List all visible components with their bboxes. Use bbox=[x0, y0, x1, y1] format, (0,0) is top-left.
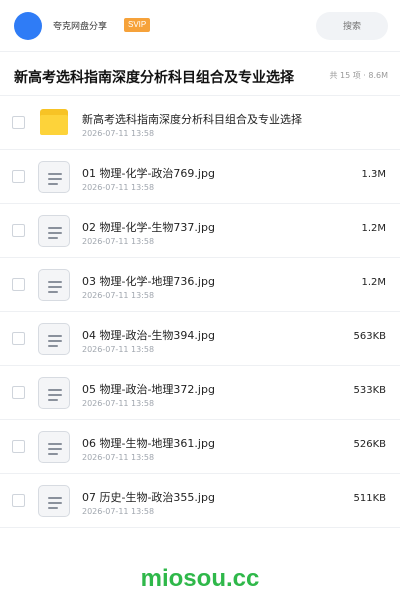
page-title: 新高考选科指南深度分析科目组合及专业选择 bbox=[14, 70, 294, 86]
row-checkbox[interactable] bbox=[12, 332, 25, 345]
share-page: 夸克网盘分享 SVIP 新高考选科指南深度分析科目组合及专业选择 共 15 项 … bbox=[0, 0, 400, 600]
row-checkbox[interactable] bbox=[12, 278, 25, 291]
share-title: 夸克网盘分享 bbox=[53, 22, 108, 32]
item-name: 新高考选科指南深度分析科目组合及专业选择 bbox=[82, 113, 302, 126]
item-size: 533KB bbox=[353, 385, 386, 396]
item-name: 01 物理-化学-政治769.jpg bbox=[82, 167, 215, 180]
header: 夸克网盘分享 SVIP bbox=[0, 0, 400, 52]
search-input[interactable] bbox=[316, 12, 388, 40]
image-file-icon bbox=[38, 323, 70, 355]
item-size: 563KB bbox=[353, 331, 386, 342]
item-date: 2026-07-11 13:58 bbox=[82, 291, 155, 300]
item-date: 2026-07-11 13:58 bbox=[82, 453, 155, 462]
item-name: 06 物理-生物-地理361.jpg bbox=[82, 437, 215, 450]
item-name: 04 物理-政治-生物394.jpg bbox=[82, 329, 215, 342]
list-item[interactable]: 07 历史-生物-政治355.jpg 2026-07-11 13:58 511K… bbox=[0, 474, 400, 528]
image-file-icon bbox=[38, 161, 70, 193]
title-bar: 新高考选科指南深度分析科目组合及专业选择 共 15 项 · 8.6M bbox=[0, 52, 400, 96]
list-item[interactable]: 06 物理-生物-地理361.jpg 2026-07-11 13:58 526K… bbox=[0, 420, 400, 474]
row-checkbox[interactable] bbox=[12, 440, 25, 453]
list-item-folder[interactable]: 新高考选科指南深度分析科目组合及专业选择 2026-07-11 13:58 bbox=[0, 96, 400, 150]
item-name: 07 历史-生物-政治355.jpg bbox=[82, 491, 215, 504]
item-name: 05 物理-政治-地理372.jpg bbox=[82, 383, 215, 396]
item-date: 2026-07-11 13:58 bbox=[82, 507, 155, 516]
item-size: 526KB bbox=[353, 439, 386, 450]
list-item[interactable]: 04 物理-政治-生物394.jpg 2026-07-11 13:58 563K… bbox=[0, 312, 400, 366]
item-date: 2026-07-11 13:58 bbox=[82, 183, 155, 192]
image-file-icon bbox=[38, 485, 70, 517]
item-size: 511KB bbox=[353, 493, 386, 504]
image-file-icon bbox=[38, 377, 70, 409]
list-item[interactable]: 01 物理-化学-政治769.jpg 2026-07-11 13:58 1.3M bbox=[0, 150, 400, 204]
row-checkbox[interactable] bbox=[12, 170, 25, 183]
item-date: 2026-07-11 13:58 bbox=[82, 345, 155, 354]
item-date: 2026-07-11 13:58 bbox=[82, 129, 155, 138]
list-item[interactable]: 05 物理-政治-地理372.jpg 2026-07-11 13:58 533K… bbox=[0, 366, 400, 420]
row-checkbox[interactable] bbox=[12, 224, 25, 237]
item-count-meta: 共 15 项 · 8.6M bbox=[329, 71, 388, 80]
folder-icon bbox=[40, 109, 68, 135]
image-file-icon bbox=[38, 269, 70, 301]
item-size: 1.3M bbox=[361, 169, 386, 180]
item-size: 1.2M bbox=[361, 223, 386, 234]
item-size: 1.2M bbox=[361, 277, 386, 288]
file-list: 新高考选科指南深度分析科目组合及专业选择 2026-07-11 13:58 01… bbox=[0, 96, 400, 528]
item-name: 02 物理-化学-生物737.jpg bbox=[82, 221, 215, 234]
row-checkbox[interactable] bbox=[12, 116, 25, 129]
row-checkbox[interactable] bbox=[12, 494, 25, 507]
row-checkbox[interactable] bbox=[12, 386, 25, 399]
item-date: 2026-07-11 13:58 bbox=[82, 237, 155, 246]
item-date: 2026-07-11 13:58 bbox=[82, 399, 155, 408]
watermark-logo: miosou.cc bbox=[140, 565, 260, 592]
image-file-icon bbox=[38, 215, 70, 247]
image-file-icon bbox=[38, 431, 70, 463]
avatar[interactable] bbox=[14, 12, 42, 40]
list-item[interactable]: 02 物理-化学-生物737.jpg 2026-07-11 13:58 1.2M bbox=[0, 204, 400, 258]
item-name: 03 物理-化学-地理736.jpg bbox=[82, 275, 215, 288]
list-item[interactable]: 03 物理-化学-地理736.jpg 2026-07-11 13:58 1.2M bbox=[0, 258, 400, 312]
svip-badge: SVIP bbox=[124, 18, 151, 32]
